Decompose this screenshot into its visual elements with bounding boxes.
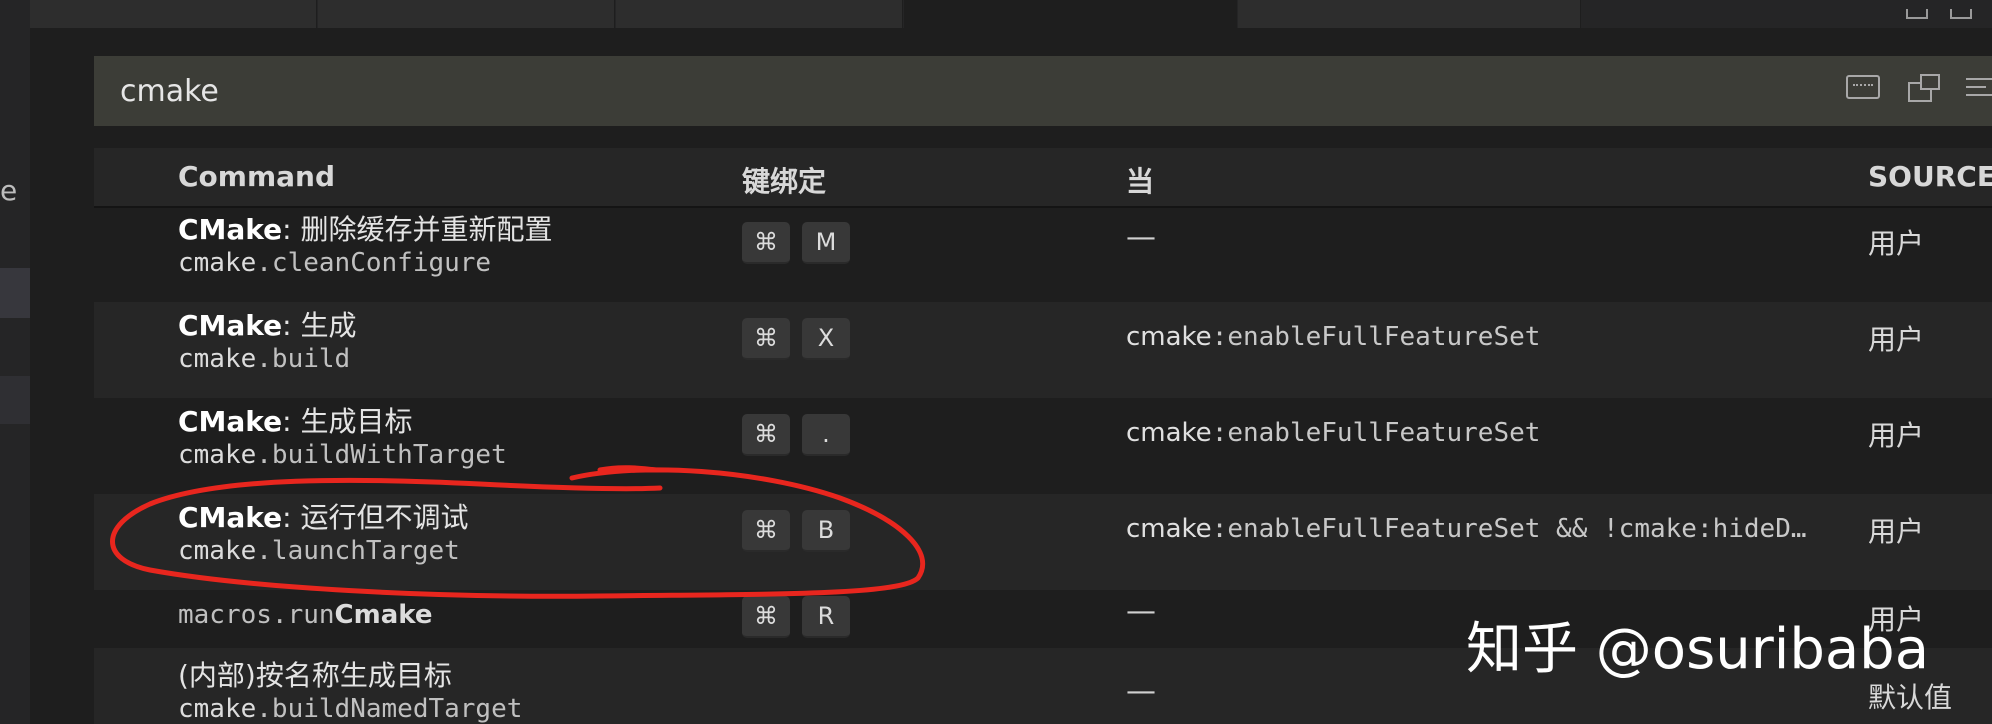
sort-by-precedence-icon[interactable] <box>1966 74 1992 100</box>
source-label: 用户 <box>1868 227 1925 260</box>
watermark: 知乎 @osuribaba <box>1466 617 1930 682</box>
when-clause: cmake:enableFullFeatureSet && !cmake:hid… <box>1126 514 1807 544</box>
key-cap: X <box>802 318 850 360</box>
keybindings-search-input[interactable] <box>120 66 1620 116</box>
key-cap: B <box>802 510 850 552</box>
command-id: cmake.launchTarget <box>178 536 460 566</box>
when-clause: — <box>1126 220 1156 255</box>
key-cap: R <box>802 596 850 638</box>
when-clause: cmake:enableFullFeatureSet <box>1126 322 1541 352</box>
sidebar-item-selected[interactable] <box>0 268 30 318</box>
search-actions <box>1846 74 1992 102</box>
when-clause: cmake:enableFullFeatureSet <box>1126 418 1541 448</box>
editor-tab[interactable] <box>616 0 903 28</box>
key-cap: M <box>802 222 850 264</box>
key-cap: ⌘ <box>742 510 790 552</box>
key-cap: . <box>802 414 850 456</box>
command-title: CMake: 生成目标 <box>178 405 413 438</box>
keyboard-shortcuts-window: e Command 键绑定 当 SOURCE <box>0 0 1992 724</box>
keybinding: ⌘ . <box>742 414 850 456</box>
source-label: 用户 <box>1868 419 1925 452</box>
split-editor-icon[interactable] <box>1906 9 1928 19</box>
when-clause: — <box>1126 674 1156 709</box>
table-header: Command 键绑定 当 SOURCE <box>94 148 1992 208</box>
table-row[interactable]: CMake: 生成 cmake.build ⌘ X cmake:enableFu… <box>94 302 1992 398</box>
key-cap: ⌘ <box>742 222 790 264</box>
keybinding: ⌘ R <box>742 596 850 638</box>
command-title: CMake: 运行但不调试 <box>178 501 469 534</box>
keybindings-search-bar <box>94 56 1992 126</box>
command-id: cmake.cleanConfigure <box>178 248 492 278</box>
column-header-command[interactable]: Command <box>178 160 335 193</box>
sidebar-item-fragment[interactable]: e <box>0 174 17 207</box>
source-label: 用户 <box>1868 323 1925 356</box>
command-id: macros.runCmake <box>178 600 433 630</box>
command-title: CMake: 删除缓存并重新配置 <box>178 213 553 246</box>
more-actions-icon[interactable] <box>1950 9 1972 19</box>
editor-tab[interactable] <box>318 0 615 28</box>
editor-tab-bar <box>0 0 1992 28</box>
table-row[interactable]: CMake: 生成目标 cmake.buildWithTarget ⌘ . cm… <box>94 398 1992 494</box>
editor-tab[interactable] <box>30 0 317 28</box>
keyboard-icon[interactable] <box>1846 75 1880 99</box>
sidebar-item[interactable] <box>0 376 30 424</box>
column-header-source[interactable]: SOURCE <box>1868 160 1992 193</box>
column-header-keybinding[interactable]: 键绑定 <box>742 160 826 200</box>
command-id: cmake.buildNamedTarget <box>178 694 523 724</box>
keybinding: ⌘ B <box>742 510 850 552</box>
column-header-when[interactable]: 当 <box>1126 160 1154 200</box>
keybinding: ⌘ X <box>742 318 850 360</box>
editor-tab-active[interactable] <box>904 0 1237 28</box>
when-clause: — <box>1126 594 1156 629</box>
keybinding: ⌘ M <box>742 222 850 264</box>
source-label: 用户 <box>1868 515 1925 548</box>
command-id: cmake.build <box>178 344 351 374</box>
key-cap: ⌘ <box>742 414 790 456</box>
key-cap: ⌘ <box>742 318 790 360</box>
sidebar: e <box>0 28 30 724</box>
editor-tab[interactable] <box>1238 0 1581 28</box>
command-title: (内部)按名称生成目标 <box>178 659 452 692</box>
table-row[interactable]: CMake: 删除缓存并重新配置 cmake.cleanConfigure ⌘ … <box>94 206 1992 302</box>
table-row[interactable]: CMake: 运行但不调试 cmake.launchTarget ⌘ B cma… <box>94 494 1992 590</box>
key-cap: ⌘ <box>742 596 790 638</box>
tab-bar-actions <box>1906 0 1972 28</box>
record-keys-icon[interactable] <box>1908 74 1940 102</box>
command-title: CMake: 生成 <box>178 309 357 342</box>
command-id: cmake.buildWithTarget <box>178 440 507 470</box>
